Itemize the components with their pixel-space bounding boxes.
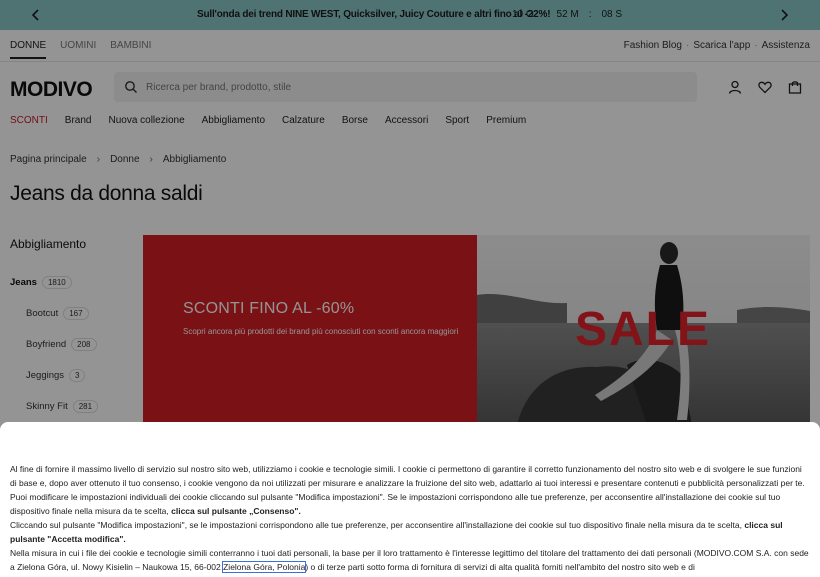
banner-photo: SALE bbox=[477, 235, 810, 425]
breadcrumb-abbigliamento[interactable]: Abbigliamento bbox=[163, 154, 226, 165]
sidebar-item-skinny-fit[interactable]: Skinny Fit 281 bbox=[10, 391, 130, 422]
promo-prev-arrow-icon[interactable] bbox=[27, 6, 45, 24]
gender-tab-bambini[interactable]: BAMBINI bbox=[110, 40, 151, 59]
sidebar-item-jeans[interactable]: Jeans 1810 bbox=[10, 267, 130, 298]
cart-bag-icon[interactable] bbox=[788, 80, 802, 94]
account-icon[interactable] bbox=[728, 80, 742, 94]
help-link[interactable]: Assistenza bbox=[762, 40, 810, 51]
category-brand[interactable]: Brand bbox=[65, 115, 92, 126]
banner-sale-word: SALE bbox=[575, 303, 711, 356]
search-icon bbox=[125, 81, 137, 93]
gender-tab-uomini[interactable]: UOMINI bbox=[60, 40, 96, 59]
promo-countdown: 10 O : 52 M : 08 S bbox=[508, 7, 626, 22]
sidebar-item-bootcut[interactable]: Bootcut 167 bbox=[10, 298, 130, 329]
header: MODIVO bbox=[0, 62, 820, 110]
sidebar-item-label: Boyfriend bbox=[26, 339, 67, 350]
address-link[interactable]: Zielona Góra, Polonia bbox=[222, 561, 307, 573]
breadcrumb-home[interactable]: Pagina principale bbox=[10, 154, 87, 165]
promo-next-arrow-icon[interactable] bbox=[775, 6, 793, 24]
sidebar-item-label: Jeggings bbox=[26, 370, 65, 381]
gender-switch: DONNE UOMINI BAMBINI bbox=[10, 40, 151, 59]
category-abbigliamento[interactable]: Abbigliamento bbox=[202, 115, 265, 126]
countdown-minutes: 52 M bbox=[556, 9, 579, 20]
search-bar[interactable] bbox=[114, 72, 697, 102]
sidebar-item-jeggings[interactable]: Jeggings 3 bbox=[10, 360, 130, 391]
sidebar-item-count: 167 bbox=[63, 307, 89, 320]
category-nav: SCONTI Brand Nuova collezione Abbigliame… bbox=[10, 115, 543, 126]
page-title: Jeans da donna saldi bbox=[10, 182, 203, 205]
category-calzature[interactable]: Calzature bbox=[282, 115, 325, 126]
sidebar-item-label: Bootcut bbox=[26, 308, 59, 319]
category-nuova-collezione[interactable]: Nuova collezione bbox=[108, 115, 184, 126]
banner-text-panel: SCONTI FINO AL -60% Scopri ancora più pr… bbox=[143, 235, 477, 425]
banner-heading: SCONTI FINO AL -60% bbox=[183, 300, 355, 317]
promo-message[interactable]: Sull'onda dei trend NINE WEST, Quicksilv… bbox=[197, 9, 551, 20]
category-premium[interactable]: Premium bbox=[486, 115, 526, 126]
sidebar-item-label: Skinny Fit bbox=[26, 401, 68, 412]
download-app-link[interactable]: Scarica l'app bbox=[693, 40, 750, 51]
header-icons bbox=[728, 80, 802, 94]
category-borse[interactable]: Borse bbox=[342, 115, 368, 126]
sidebar-item-count: 281 bbox=[72, 400, 99, 413]
wishlist-heart-icon[interactable] bbox=[758, 80, 772, 94]
category-accessori[interactable]: Accessori bbox=[385, 115, 428, 126]
category-sidebar: Abbigliamento Jeans 1810 Bootcut 167 Boy… bbox=[10, 237, 130, 422]
cookie-paragraph-2: Cliccando sul pulsante "Modifica imposta… bbox=[10, 520, 783, 544]
breadcrumb-donne[interactable]: Donne bbox=[110, 154, 139, 165]
sidebar-item-count: 1810 bbox=[41, 276, 72, 289]
cookie-paragraph-3: Nella misura in cui i file dei cookie e … bbox=[10, 548, 809, 573]
category-sport[interactable]: Sport bbox=[445, 115, 469, 126]
sidebar-item-label: Jeans bbox=[10, 277, 37, 288]
banner-description: Scopri ancora più prodotti dei brand più… bbox=[183, 327, 459, 336]
cookie-paragraph-1: Al fine di fornire il massimo livello di… bbox=[10, 464, 805, 516]
sale-banner[interactable]: SCONTI FINO AL -60% Scopri ancora più pr… bbox=[143, 235, 810, 425]
chevron-right-icon: › bbox=[149, 154, 153, 165]
consent-hint: clicca sul pulsante „Consenso". bbox=[171, 506, 301, 516]
countdown-days: 10 O bbox=[512, 9, 534, 20]
gender-tab-donne[interactable]: DONNE bbox=[10, 40, 47, 59]
breadcrumb: Pagina principale › Donne › Abbigliament… bbox=[10, 154, 226, 165]
sidebar-item-boyfriend[interactable]: Boyfriend 208 bbox=[10, 329, 130, 360]
sidebar-item-count: 3 bbox=[69, 369, 86, 382]
top-nav: DONNE UOMINI BAMBINI Fashion Blog · Scar… bbox=[0, 30, 820, 62]
cookie-consent-panel: Al fine di fornire il massimo livello di… bbox=[0, 422, 820, 577]
logo[interactable]: MODIVO bbox=[10, 78, 93, 102]
search-input[interactable] bbox=[146, 81, 666, 93]
category-sconti[interactable]: SCONTI bbox=[10, 115, 48, 126]
fashion-blog-link[interactable]: Fashion Blog bbox=[624, 40, 682, 51]
promo-bar: Sull'onda dei trend NINE WEST, Quicksilv… bbox=[0, 0, 820, 30]
countdown-seconds: 08 S bbox=[601, 9, 623, 20]
sidebar-heading: Abbigliamento bbox=[10, 237, 87, 251]
sidebar-item-count: 208 bbox=[71, 338, 97, 351]
utility-links: Fashion Blog · Scarica l'app · Assistenz… bbox=[623, 40, 810, 51]
chevron-right-icon: › bbox=[96, 154, 101, 165]
